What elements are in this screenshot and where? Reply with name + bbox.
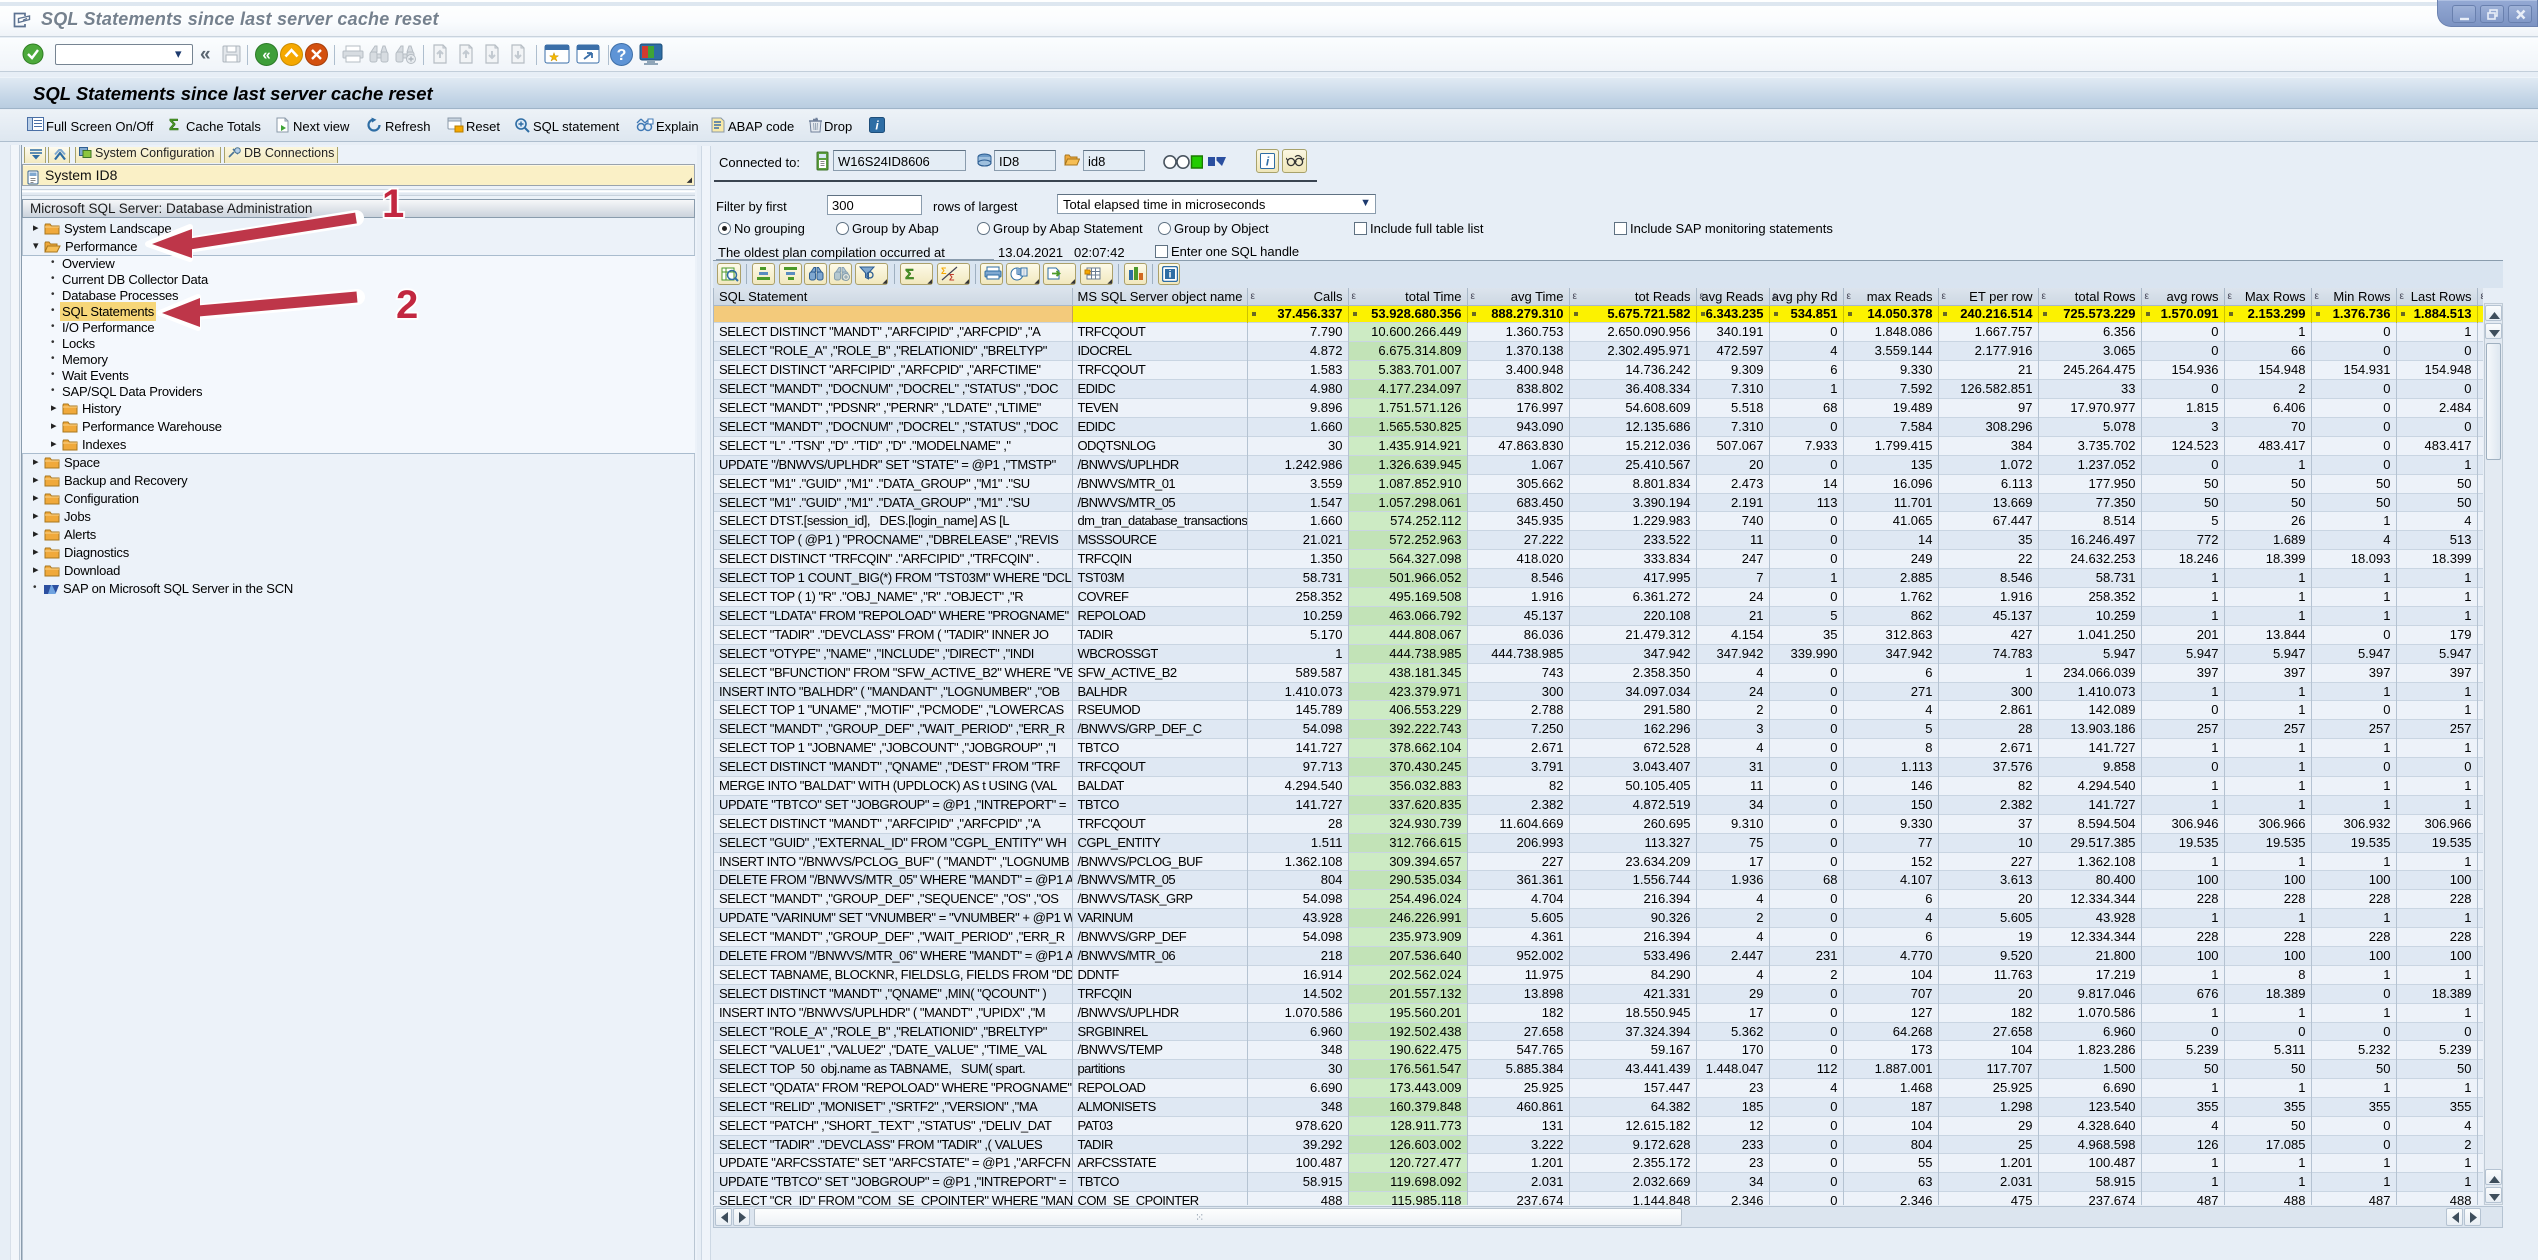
svg-text:?: ? xyxy=(617,47,627,64)
svg-text:i: i xyxy=(1169,270,1172,281)
svg-text:«: « xyxy=(262,47,270,64)
svg-text:Σ: Σ xyxy=(169,117,179,132)
svg-text:Σ: Σ xyxy=(941,266,947,276)
svg-text:Σ: Σ xyxy=(905,266,914,281)
